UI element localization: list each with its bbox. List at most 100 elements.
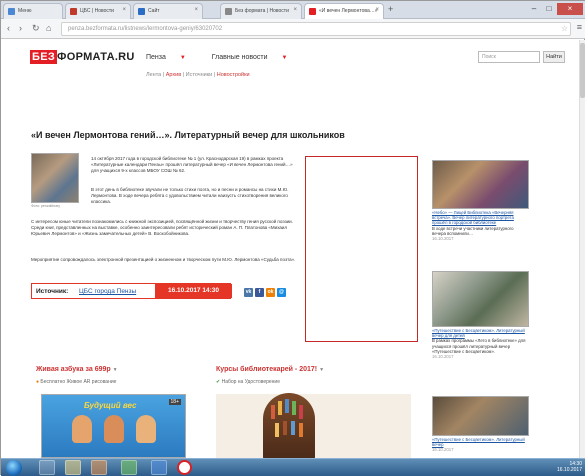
tab-4[interactable]: «И вечен Лермонтова…» × bbox=[304, 3, 384, 19]
explorer-icon[interactable] bbox=[39, 460, 55, 475]
chevron-down-icon: ▼ bbox=[112, 367, 118, 373]
recommend-image-1[interactable]: Будущий вес 18+ bbox=[41, 394, 186, 458]
share-facebook-icon[interactable]: f bbox=[255, 288, 264, 297]
back-icon[interactable]: ‹ bbox=[7, 22, 10, 35]
sidebar-link-3[interactable]: «Путешествие с Бесцветиком». Литературны… bbox=[432, 437, 525, 447]
tab-3[interactable]: Без формата | Новости × bbox=[220, 3, 302, 19]
recommend-title-1[interactable]: Живая азбука за 699р ▼ bbox=[36, 366, 118, 373]
folder-icon[interactable] bbox=[65, 460, 81, 475]
subnav-item[interactable]: Новостройки bbox=[217, 72, 250, 78]
book-shape bbox=[299, 423, 303, 437]
browser-window: Меню ЦБС | Новости × Сайт × Без формата … bbox=[0, 0, 585, 476]
article-photo[interactable] bbox=[31, 153, 79, 203]
nav-item-city[interactable]: Пенза ▼ bbox=[146, 54, 198, 61]
sidebar-photo-1[interactable] bbox=[432, 160, 529, 209]
book-shape bbox=[292, 401, 296, 415]
reload-icon[interactable]: ↻ bbox=[32, 22, 40, 35]
info-icon: ● bbox=[36, 379, 40, 385]
tab-0[interactable]: Меню bbox=[3, 3, 63, 19]
source-label: Источник: bbox=[36, 288, 69, 295]
tab-label: Меню bbox=[18, 8, 32, 14]
new-tab-icon[interactable]: + bbox=[388, 4, 393, 14]
sidebar-caption-2: «Путешествие с Бесцветиком». Литературны… bbox=[432, 328, 527, 359]
start-button[interactable] bbox=[6, 460, 22, 476]
close-window-icon[interactable]: × bbox=[557, 3, 583, 15]
recommend-title-text: Живая азбука за 699р bbox=[36, 366, 111, 373]
recommend-sub-text: Бесплатно Живое АR рисование bbox=[40, 379, 117, 385]
chevron-down-icon: ▼ bbox=[319, 367, 325, 373]
ad-placeholder bbox=[305, 156, 418, 342]
sidebar-date-2: 16.10.2017 bbox=[432, 354, 454, 360]
media-icon[interactable] bbox=[91, 460, 107, 475]
article-paragraph-3: С интересом юные читатели познакомились … bbox=[31, 219, 293, 236]
tab-favicon-icon bbox=[309, 8, 316, 15]
share-vk-icon[interactable]: vk bbox=[244, 288, 253, 297]
star-icon[interactable]: ☆ bbox=[561, 24, 568, 33]
sidebar-text-1: В ходе встречи участники литературного в… bbox=[432, 225, 514, 236]
book-shape bbox=[283, 421, 287, 435]
minimize-icon[interactable]: – bbox=[527, 3, 541, 15]
tab-favicon-icon bbox=[70, 8, 77, 15]
sidebar-link-1[interactable]: «Небо» — Лицей Библиотека «Вечерняя встр… bbox=[432, 210, 514, 225]
scrollbar-track[interactable] bbox=[579, 40, 585, 458]
maximize-icon[interactable]: □ bbox=[542, 3, 556, 15]
book-shape bbox=[299, 405, 303, 419]
tab-favicon-icon bbox=[138, 8, 145, 15]
subnav-item[interactable]: Источники bbox=[186, 72, 213, 78]
tab-2[interactable]: Сайт × bbox=[133, 3, 203, 19]
sidebar-caption-1: «Небо» — Лицей Библиотека «Вечерняя встр… bbox=[432, 210, 527, 241]
menu-icon[interactable]: ≡ bbox=[577, 22, 582, 32]
sidebar-date-3: 16.10.2017 bbox=[432, 447, 454, 453]
scrollbar-thumb[interactable] bbox=[580, 43, 585, 98]
book-shape bbox=[271, 405, 275, 419]
home-icon[interactable]: ⌂ bbox=[46, 22, 51, 35]
tab-label: ЦБС | Новости bbox=[80, 8, 114, 14]
nav-label: Главные новости bbox=[211, 54, 268, 61]
photo-caption: Фото: penzalibrary bbox=[31, 204, 61, 208]
tab-label: Сайт bbox=[148, 8, 160, 14]
recommend-image-2[interactable] bbox=[263, 393, 315, 459]
tab-favicon-icon bbox=[8, 8, 15, 15]
tab-1[interactable]: ЦБС | Новости × bbox=[65, 3, 131, 19]
source-bar: Источник: ЦБС города Пензы 16.10.2017 14… bbox=[31, 283, 232, 299]
sidebar-text-2: В рамках программы «Лето в библиотеке» д… bbox=[432, 338, 526, 354]
book-shape bbox=[275, 423, 279, 437]
close-icon[interactable]: × bbox=[194, 7, 198, 13]
address-bar-row: ‹ › ↻ ⌂ penza.bezformata.ru/listnews/ler… bbox=[1, 19, 585, 39]
recommend-title-2[interactable]: Курсы библиотекарей - 2017! ▼ bbox=[216, 366, 324, 373]
sidebar-link-2[interactable]: «Путешествие с Бесцветиком». Литературны… bbox=[432, 328, 525, 338]
nav-item-main-news[interactable]: Главные новости ▼ bbox=[212, 54, 300, 61]
character-figure bbox=[136, 415, 156, 443]
article-title: «И вечен Лермонтова гений…». Литературны… bbox=[31, 130, 345, 140]
opera-icon[interactable] bbox=[177, 460, 192, 475]
system-clock[interactable]: 14:30 16.10.2017 bbox=[557, 461, 582, 473]
share-ok-icon[interactable]: ok bbox=[266, 288, 275, 297]
sidebar-caption-3: «Путешествие с Бесцветиком». Литературны… bbox=[432, 437, 527, 453]
search-button[interactable]: Найти bbox=[543, 51, 565, 63]
site-logo[interactable]: БЕЗ ФОРМАТА.RU bbox=[30, 50, 135, 65]
subnav-item[interactable]: Архив bbox=[166, 72, 181, 78]
forward-icon[interactable]: › bbox=[19, 22, 22, 35]
close-icon[interactable]: × bbox=[375, 7, 379, 13]
source-date: 16.10.2017 14:30 bbox=[155, 284, 232, 298]
sidebar-photo-3[interactable] bbox=[432, 396, 529, 436]
chrome-icon[interactable] bbox=[121, 460, 137, 475]
url-input[interactable]: penza.bezformata.ru/listnews/lermontova-… bbox=[61, 22, 571, 36]
nav-label: Пенза bbox=[146, 54, 166, 61]
recommend-sub-1[interactable]: ● Бесплатно Живое АR рисование bbox=[36, 379, 116, 385]
source-link[interactable]: ЦБС города Пензы bbox=[79, 288, 136, 295]
recommend-title-text: Курсы библиотекарей - 2017! bbox=[216, 366, 318, 373]
subnav-item[interactable]: Лента bbox=[146, 72, 161, 78]
share-mailru-icon[interactable]: @ bbox=[277, 288, 286, 297]
word-icon[interactable] bbox=[151, 460, 167, 475]
close-icon[interactable]: × bbox=[122, 7, 126, 13]
search-input[interactable]: Поиск bbox=[478, 51, 540, 63]
logo-rest: ФОРМАТА.RU bbox=[57, 51, 135, 63]
close-icon[interactable]: × bbox=[293, 7, 297, 13]
character-figure bbox=[104, 415, 124, 443]
clock-date: 16.10.2017 bbox=[556, 467, 582, 473]
check-icon: ✔ bbox=[216, 379, 221, 385]
sidebar-photo-2[interactable] bbox=[432, 271, 529, 327]
sub-nav: Лента | Архив | Источники | Новостройки bbox=[146, 72, 250, 78]
recommend-sub-2[interactable]: ✔ Набор на Удостоверение bbox=[216, 379, 280, 385]
